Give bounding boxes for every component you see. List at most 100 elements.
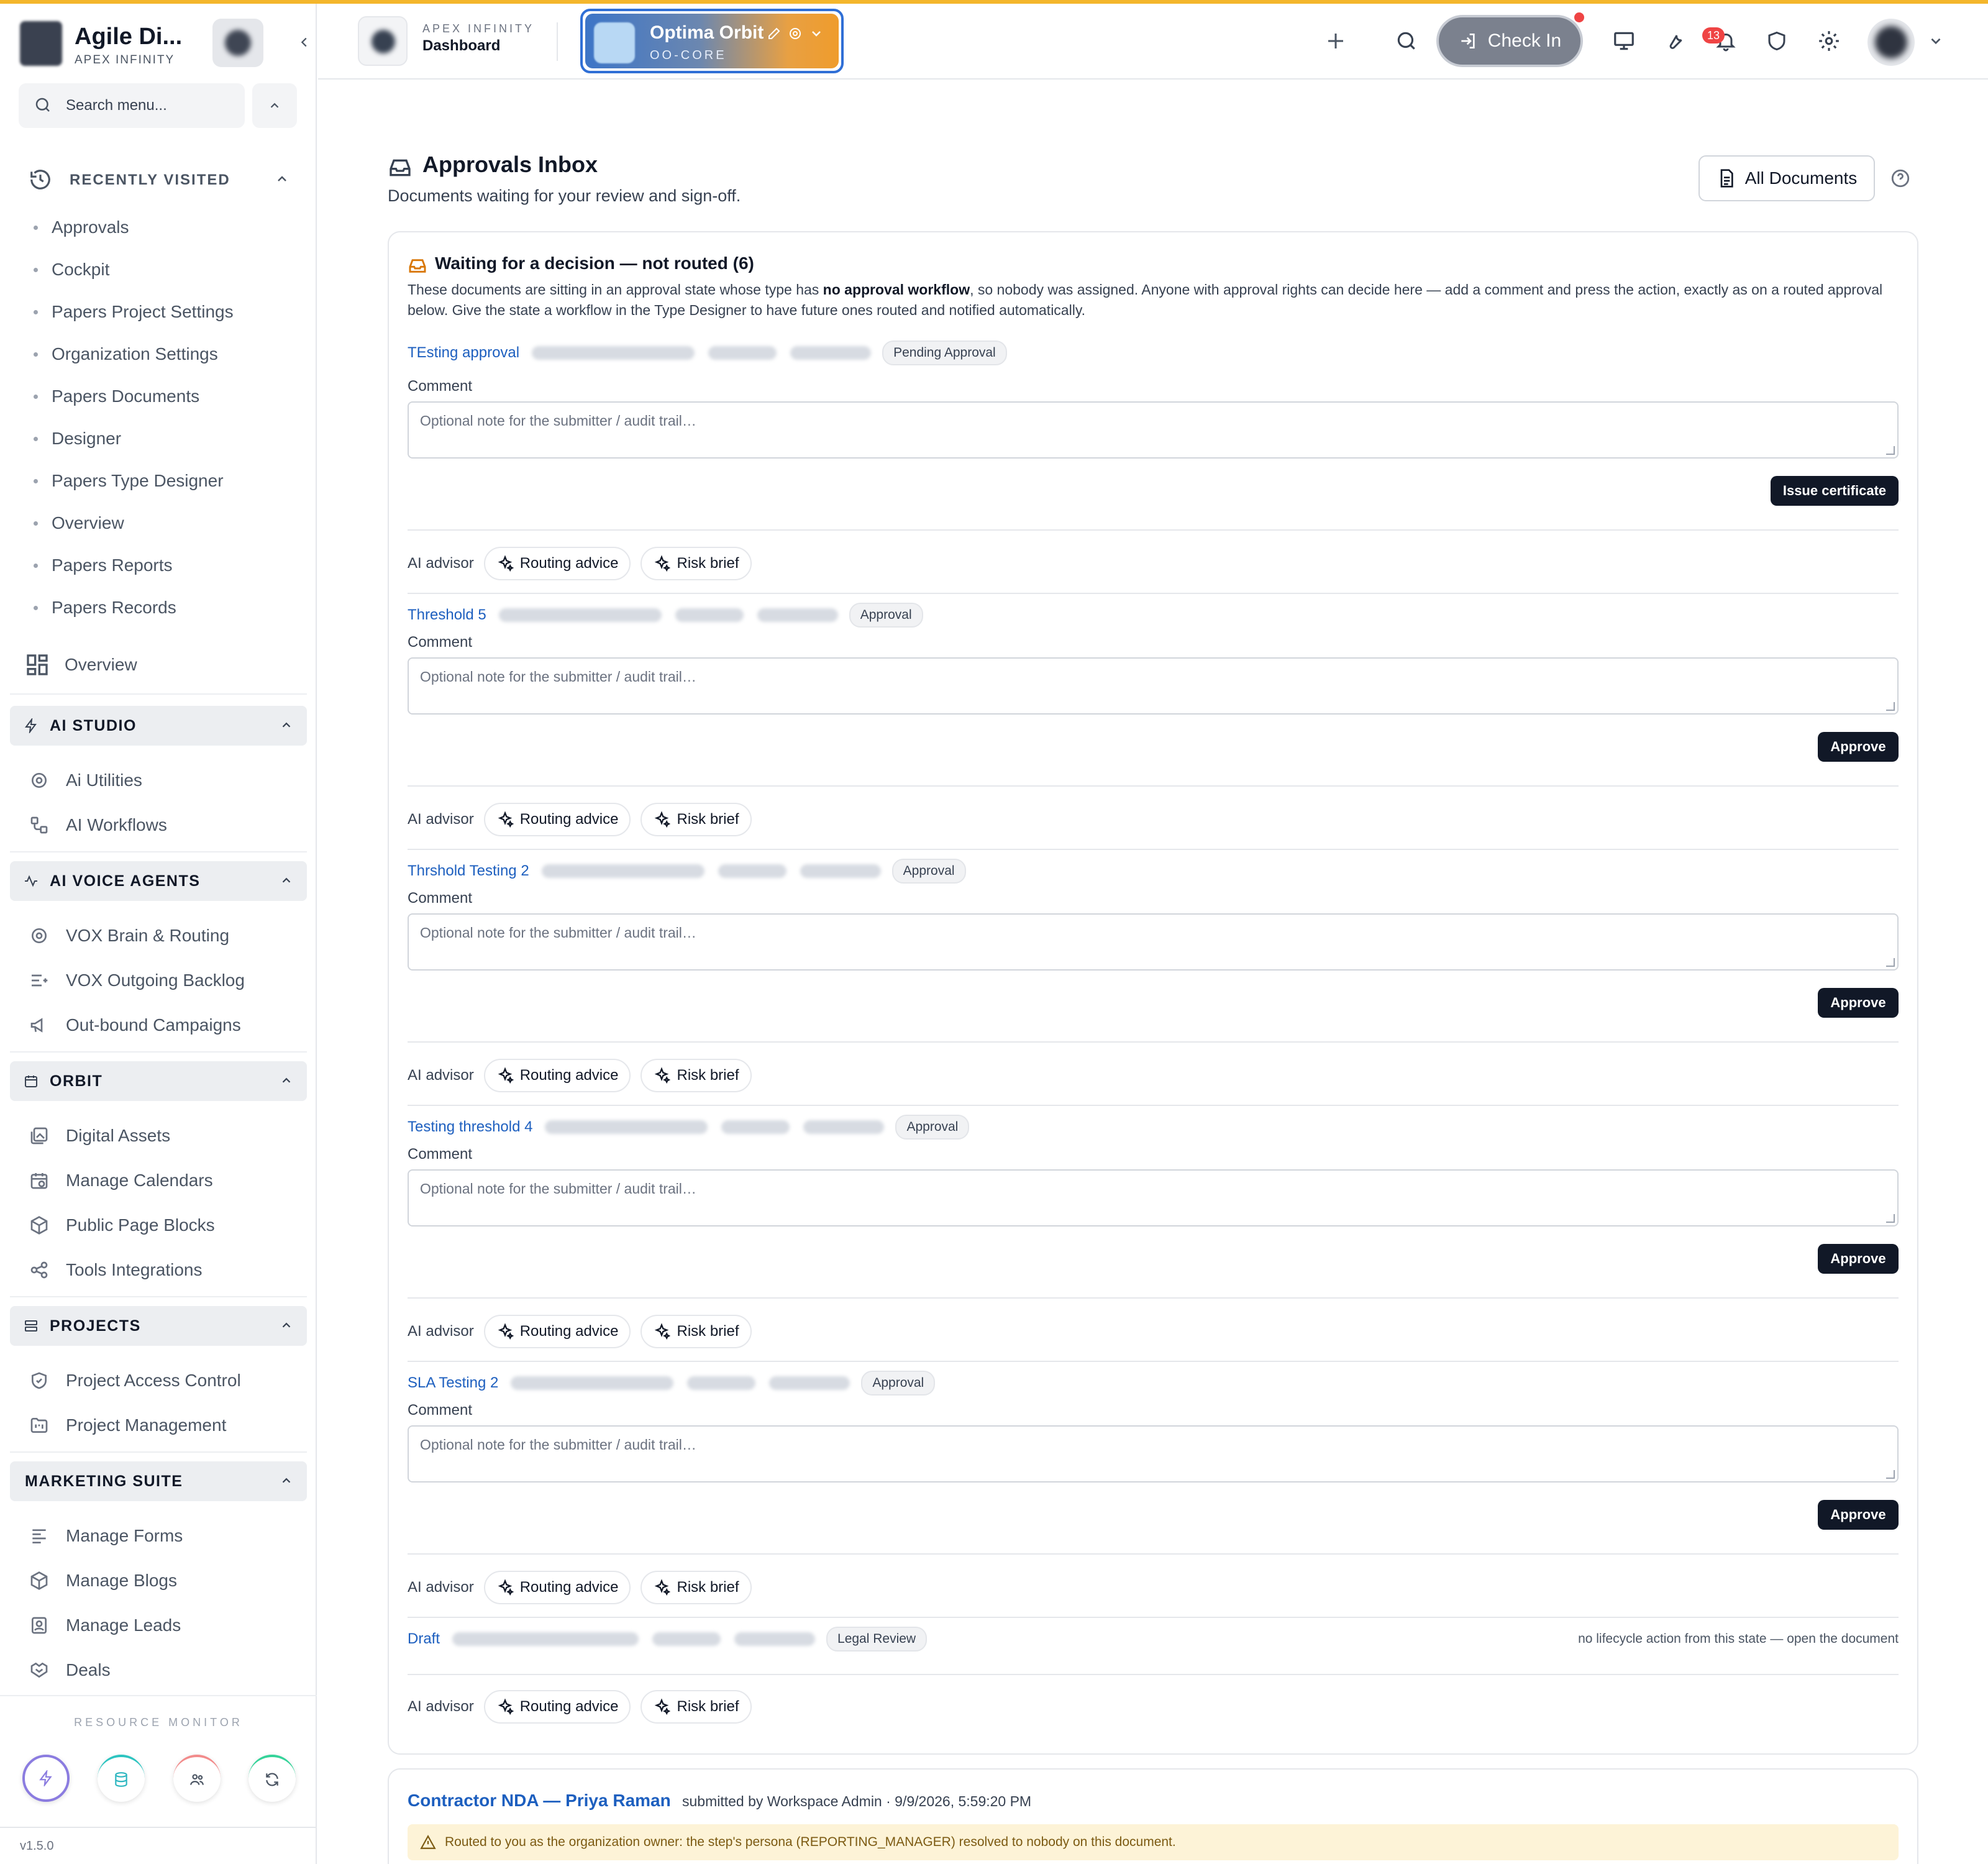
collapse-sidebar-button[interactable] xyxy=(291,29,318,56)
sidebar-item-manage-leads[interactable]: Manage Leads xyxy=(29,1608,181,1643)
folder-kanban-icon xyxy=(30,1418,48,1433)
document-link[interactable]: Threshold 5 xyxy=(408,606,486,624)
section-projects[interactable]: PROJECTS xyxy=(10,1306,307,1346)
top-bar: APEX INFINITY Dashboard Optima Orbit OO-… xyxy=(318,4,1988,80)
search-collapse-button[interactable] xyxy=(252,83,297,128)
tools-button[interactable] xyxy=(1660,26,1690,56)
routed-document-link[interactable]: Contractor NDA — Priya Raman xyxy=(408,1791,671,1811)
section-orbit[interactable]: ORBIT xyxy=(10,1061,307,1101)
routing-advice-button[interactable]: Routing advice xyxy=(483,1571,631,1604)
approve-button[interactable]: Approve xyxy=(1818,988,1899,1018)
chevron-down-icon[interactable] xyxy=(809,26,824,41)
sidebar-item-digital-assets[interactable]: Digital Assets xyxy=(29,1118,170,1153)
routing-advice-button[interactable]: Routing advice xyxy=(483,803,631,836)
risk-brief-button[interactable]: Risk brief xyxy=(641,547,752,580)
divider xyxy=(10,693,307,695)
sidebar-item-manage-calendars[interactable]: Manage Calendars xyxy=(29,1163,213,1198)
risk-brief-button[interactable]: Risk brief xyxy=(641,803,752,836)
comment-textarea[interactable]: Optional note for the submitter / audit … xyxy=(408,401,1899,459)
gear-icon[interactable] xyxy=(788,26,803,41)
status-dot xyxy=(1574,12,1584,22)
security-button[interactable] xyxy=(1762,26,1792,56)
section-ai-voice-agents[interactable]: AI VOICE AGENTS xyxy=(10,861,307,901)
database-monitor[interactable] xyxy=(98,1755,145,1802)
add-button[interactable] xyxy=(1321,26,1351,56)
sidebar-item-tools-integrations[interactable]: Tools Integrations xyxy=(29,1253,202,1287)
approve-button[interactable]: Approve xyxy=(1818,732,1899,762)
document-link[interactable]: Draft xyxy=(408,1630,440,1648)
comment-textarea[interactable]: Optional note for the submitter / audit … xyxy=(408,1169,1899,1227)
document-link[interactable]: Testing threshold 4 xyxy=(408,1118,532,1136)
check-in-button[interactable]: Check In xyxy=(1436,15,1583,67)
brand[interactable]: Agile Di... APEX INFINITY xyxy=(19,15,307,71)
sidebar-item-manage-blogs[interactable]: Manage Blogs xyxy=(29,1563,177,1598)
sidebar-item-project-access-control[interactable]: Project Access Control xyxy=(29,1363,241,1398)
workspace-name[interactable]: Dashboard xyxy=(422,37,500,55)
sidebar-item-project-management[interactable]: Project Management xyxy=(29,1408,226,1443)
organization-switcher[interactable]: Optima Orbit OO-CORE xyxy=(580,9,844,73)
routing-advice-button[interactable]: Routing advice xyxy=(483,1059,631,1092)
recent-item[interactable]: Designer xyxy=(34,418,234,460)
sidebar-item-manage-forms[interactable]: Manage Forms xyxy=(29,1519,183,1553)
sidebar-item-outbound-campaigns[interactable]: Out-bound Campaigns xyxy=(29,1008,241,1043)
help-icon[interactable] xyxy=(1890,168,1911,189)
recent-item[interactable]: Papers Records xyxy=(34,587,234,629)
org-name: Optima Orbit xyxy=(650,22,764,43)
workspace-avatar[interactable] xyxy=(212,19,263,67)
recent-item[interactable]: Approvals xyxy=(34,206,234,249)
risk-brief-button[interactable]: Risk brief xyxy=(641,1690,752,1724)
all-documents-button[interactable]: All Documents xyxy=(1698,155,1875,201)
sidebar-item-vox-brain[interactable]: VOX Brain & Routing xyxy=(29,918,229,953)
workspace-logo[interactable] xyxy=(358,16,408,66)
monitor-button[interactable] xyxy=(1609,26,1639,56)
recent-item[interactable]: Cockpit xyxy=(34,249,234,291)
recently-visited-header[interactable]: RECENTLY VISITED xyxy=(29,167,290,194)
routing-advice-button[interactable]: Routing advice xyxy=(483,1315,631,1348)
document-meta xyxy=(511,1376,850,1390)
sparkles-icon xyxy=(498,1579,514,1596)
sidebar-item-vox-backlog[interactable]: VOX Outgoing Backlog xyxy=(29,963,245,998)
sync-monitor[interactable] xyxy=(248,1755,296,1802)
section-ai-studio[interactable]: AI STUDIO xyxy=(10,706,307,746)
divider xyxy=(10,1451,307,1453)
section-marketing-suite[interactable]: MARKETING SUITE xyxy=(10,1461,307,1501)
users-monitor[interactable] xyxy=(173,1755,221,1802)
user-avatar[interactable] xyxy=(1867,19,1915,66)
cpu-monitor[interactable] xyxy=(22,1755,70,1802)
recent-item[interactable]: Papers Project Settings xyxy=(34,291,234,333)
recent-item[interactable]: Papers Type Designer xyxy=(34,460,234,502)
approve-button[interactable]: Approve xyxy=(1818,1500,1899,1530)
settings-button[interactable] xyxy=(1814,26,1844,56)
routing-advice-button[interactable]: Routing advice xyxy=(483,1690,631,1724)
sidebar-item-deals[interactable]: Deals xyxy=(29,1653,111,1688)
risk-brief-button[interactable]: Risk brief xyxy=(641,1315,752,1348)
divider xyxy=(408,1617,1899,1618)
risk-brief-button[interactable]: Risk brief xyxy=(641,1059,752,1092)
comment-textarea[interactable]: Optional note for the submitter / audit … xyxy=(408,657,1899,715)
divider xyxy=(0,1827,317,1828)
comment-textarea[interactable]: Optional note for the submitter / audit … xyxy=(408,913,1899,971)
risk-brief-button[interactable]: Risk brief xyxy=(641,1571,752,1604)
approve-button[interactable]: Approve xyxy=(1818,1244,1899,1274)
document-icon xyxy=(1720,169,1733,188)
document-link[interactable]: Thrshold Testing 2 xyxy=(408,862,529,880)
recent-item[interactable]: Papers Documents xyxy=(34,375,234,418)
user-menu-button[interactable] xyxy=(1921,26,1951,56)
recent-item[interactable]: Organization Settings xyxy=(34,333,234,375)
sidebar-item-ai-utilities[interactable]: Ai Utilities xyxy=(29,763,142,798)
recent-item[interactable]: Papers Reports xyxy=(34,544,234,587)
menu-search-input[interactable]: Search menu... xyxy=(19,83,245,128)
edit-icon[interactable] xyxy=(767,26,782,41)
routing-advice-button[interactable]: Routing advice xyxy=(483,547,631,580)
document-link[interactable]: SLA Testing 2 xyxy=(408,1374,498,1392)
document-link[interactable]: TEsting approval xyxy=(408,344,519,362)
chevron-up-icon xyxy=(282,1478,291,1483)
sidebar-item-public-page-blocks[interactable]: Public Page Blocks xyxy=(29,1208,215,1243)
recent-item[interactable]: Overview xyxy=(34,502,234,544)
global-search-button[interactable] xyxy=(1392,26,1421,56)
cube-icon xyxy=(30,1216,48,1235)
sidebar-item-overview[interactable]: Overview xyxy=(25,652,137,677)
comment-textarea[interactable]: Optional note for the submitter / audit … xyxy=(408,1425,1899,1483)
issue-certificate-button[interactable]: Issue certificate xyxy=(1771,476,1899,506)
sidebar-item-ai-workflows[interactable]: AI Workflows xyxy=(29,808,167,843)
